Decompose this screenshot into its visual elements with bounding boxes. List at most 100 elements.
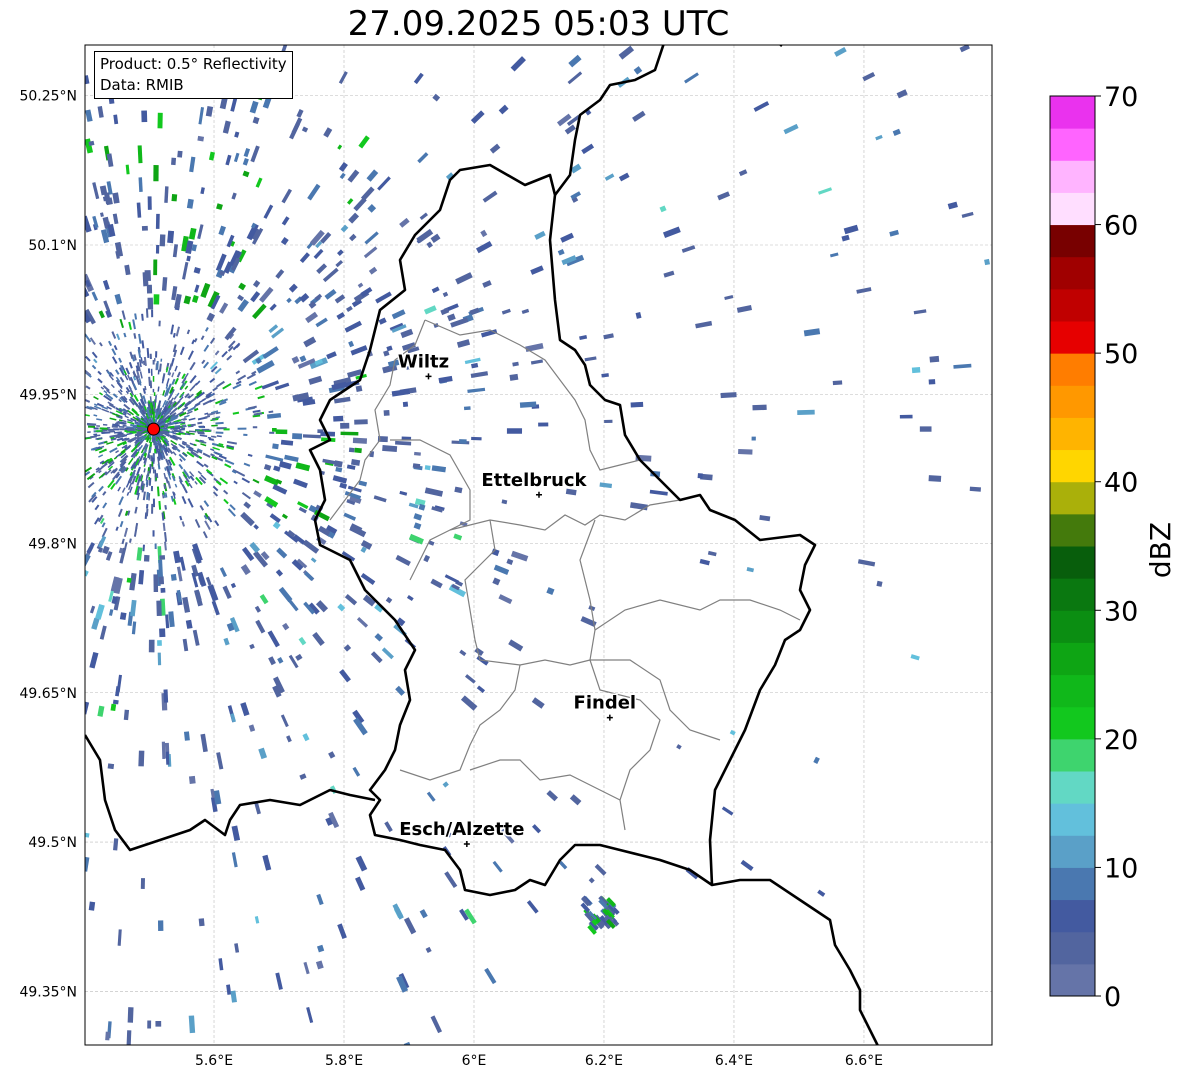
radar-echo bbox=[242, 158, 249, 166]
radar-echo bbox=[297, 501, 309, 510]
radar-echo bbox=[167, 394, 172, 401]
radar-echo bbox=[140, 878, 145, 889]
radar-echo bbox=[153, 402, 156, 408]
radar-echo bbox=[210, 448, 215, 452]
radar-echo bbox=[113, 344, 118, 351]
radar-echo bbox=[196, 460, 205, 468]
radar-echo bbox=[316, 263, 328, 274]
colorbar-bin bbox=[1050, 899, 1095, 933]
radar-echo bbox=[337, 249, 344, 256]
radar-echo bbox=[532, 824, 542, 834]
colorbar-bin bbox=[1050, 706, 1095, 740]
radar-echo bbox=[928, 475, 942, 482]
radar-echo bbox=[184, 385, 189, 390]
radar-echo bbox=[751, 436, 756, 441]
radar-echo bbox=[303, 336, 317, 348]
radar-echo bbox=[92, 182, 100, 200]
radar-echo bbox=[203, 463, 209, 468]
radar-echo bbox=[111, 356, 118, 364]
radar-echo bbox=[579, 334, 588, 341]
radar-echo bbox=[307, 183, 321, 201]
radar-echo bbox=[896, 89, 908, 99]
radar-echo bbox=[202, 452, 211, 458]
radar-echo bbox=[156, 600, 162, 617]
colorbar-bin bbox=[1050, 160, 1095, 193]
radar-echo bbox=[171, 157, 177, 166]
radar-echo bbox=[738, 169, 748, 177]
radar-echo bbox=[889, 229, 899, 237]
radar-echo bbox=[237, 427, 247, 430]
radar-echo bbox=[223, 498, 229, 505]
radar-echo bbox=[151, 503, 154, 514]
radar-echo bbox=[919, 426, 932, 432]
radar-echo bbox=[659, 205, 667, 213]
radar-echo bbox=[370, 651, 383, 664]
radar-echo bbox=[157, 112, 163, 129]
radar-echo bbox=[343, 644, 352, 652]
radar-echo bbox=[174, 483, 178, 488]
colorbar-tick-label: 30 bbox=[1104, 596, 1138, 627]
radar-echo bbox=[459, 649, 467, 657]
radar-echo bbox=[431, 286, 440, 294]
radar-echo bbox=[85, 701, 90, 715]
colorbar-bin bbox=[1050, 963, 1095, 997]
radar-echo bbox=[87, 481, 95, 489]
radar-echo bbox=[381, 647, 394, 660]
radar-echo bbox=[165, 751, 170, 765]
radar-echo bbox=[344, 320, 362, 333]
radar-echo bbox=[118, 496, 124, 506]
radar-echo bbox=[254, 916, 260, 924]
radar-echo bbox=[124, 374, 129, 381]
radar-echo bbox=[174, 377, 179, 385]
radar-echo bbox=[154, 543, 157, 550]
radar-echo bbox=[85, 553, 91, 567]
colorbar-bin bbox=[1050, 449, 1095, 483]
radar-echo bbox=[142, 428, 146, 430]
radar-echo bbox=[189, 374, 197, 384]
radar-echo bbox=[85, 856, 90, 872]
radar-echo bbox=[482, 280, 492, 288]
radar-echo bbox=[216, 752, 224, 770]
radar-echo bbox=[198, 918, 205, 927]
radar-echo bbox=[134, 313, 138, 320]
radar-echo bbox=[304, 571, 314, 581]
radar-echo bbox=[697, 473, 703, 479]
radar-echo bbox=[308, 375, 323, 385]
radar-echo bbox=[460, 695, 478, 711]
radar-echo bbox=[442, 291, 449, 298]
radar-echo bbox=[129, 538, 132, 543]
radar-echo bbox=[299, 292, 310, 303]
radar-echo bbox=[285, 595, 299, 612]
radar-echo bbox=[126, 577, 132, 583]
radar-echo bbox=[875, 134, 883, 141]
radar-echo bbox=[200, 282, 211, 299]
radar-echo bbox=[115, 526, 119, 531]
radar-echo bbox=[250, 145, 260, 163]
radar-echo bbox=[386, 345, 393, 352]
radar-echo bbox=[382, 445, 398, 453]
radar-echo bbox=[241, 492, 251, 500]
radar-echo bbox=[618, 172, 630, 182]
radar-echo bbox=[157, 463, 161, 470]
radar-echo bbox=[862, 71, 876, 82]
radar-echo bbox=[105, 1031, 110, 1041]
radar-echo bbox=[635, 312, 642, 319]
radar-echo bbox=[953, 363, 972, 369]
radar-echo bbox=[176, 392, 180, 397]
radar-echo bbox=[215, 421, 224, 425]
radar-echo bbox=[275, 269, 285, 279]
radar-echo bbox=[189, 156, 196, 173]
radar-echo bbox=[322, 267, 339, 283]
radar-echo bbox=[141, 110, 148, 123]
radar-echo bbox=[604, 419, 613, 423]
radar-echo bbox=[155, 213, 160, 229]
radar-echo bbox=[498, 594, 513, 605]
radar-echo bbox=[223, 489, 229, 495]
radar-echo bbox=[557, 249, 565, 256]
radar-echo bbox=[197, 135, 205, 142]
radar-echo bbox=[355, 855, 368, 872]
radar-echo bbox=[546, 790, 558, 802]
radar-echo bbox=[194, 519, 201, 528]
radar-echo bbox=[224, 463, 232, 469]
radar-echo bbox=[167, 230, 175, 244]
